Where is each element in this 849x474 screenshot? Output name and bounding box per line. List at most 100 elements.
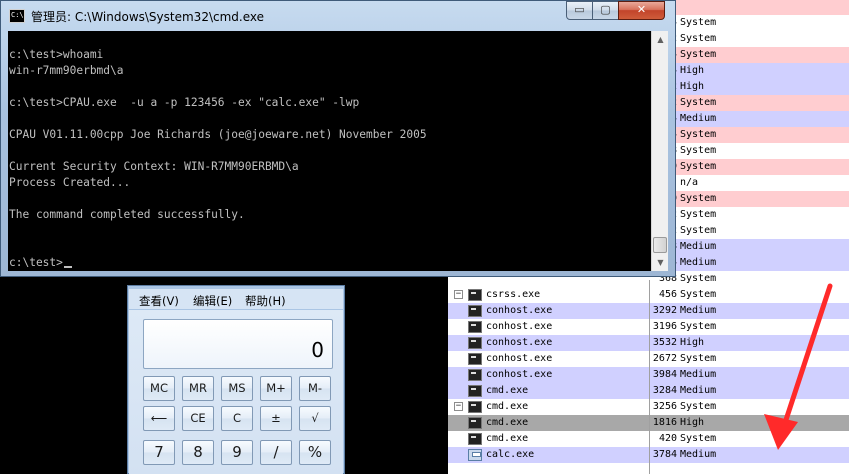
- calculator-icon: [468, 449, 482, 461]
- integrity-level: System: [680, 97, 717, 108]
- integrity-level: Medium: [680, 241, 717, 252]
- console-icon: [468, 321, 482, 333]
- process-pid: 2672: [652, 353, 677, 364]
- integrity-level: High: [680, 65, 705, 76]
- process-pid: 3532: [652, 337, 677, 348]
- tree-collapse-icon[interactable]: −: [454, 402, 463, 411]
- calc-key[interactable]: ⟵: [143, 406, 175, 431]
- console-line-text: The command completed successfully.: [9, 208, 245, 221]
- console-line: CPAU V01.11.00cpp Joe Richards (joe@joew…: [8, 127, 651, 143]
- menu-view[interactable]: 查看(V): [139, 293, 179, 309]
- process-name: conhost.exe: [486, 337, 553, 348]
- calc-key[interactable]: 9: [221, 440, 253, 465]
- process-pid: 3256: [652, 401, 677, 412]
- calc-key[interactable]: MR: [182, 376, 214, 401]
- process-name: cmd.exe: [486, 417, 529, 428]
- calc-key[interactable]: √: [299, 406, 331, 431]
- console-line-text: c:\test>: [9, 256, 63, 269]
- cmd-titlebar[interactable]: 管理员: C:\Windows\System32\cmd.exe ▭ ▢ ✕: [1, 1, 675, 31]
- maximize-button[interactable]: ▢: [592, 1, 619, 20]
- console-icon: [468, 337, 482, 349]
- console-line-text: c:\test>CPAU.exe -u a -p 123456 -ex "cal…: [9, 96, 360, 109]
- integrity-level: System: [680, 33, 717, 44]
- console-line-text: Current Security Context: WIN-R7MM90ERBM…: [9, 160, 299, 173]
- process-name: calc.exe: [486, 449, 535, 460]
- calc-key[interactable]: M-: [299, 376, 331, 401]
- console-line: The command completed successfully.: [8, 207, 651, 223]
- process-pid: 456: [658, 289, 677, 300]
- scroll-up-icon[interactable]: ▲: [652, 31, 669, 48]
- console-line: win-r7mm90erbmd\a: [8, 63, 651, 79]
- menu-help[interactable]: 帮助(H): [245, 293, 286, 309]
- console-icon: [468, 433, 482, 445]
- console-line-text: win-r7mm90erbmd\a: [9, 64, 124, 77]
- calc-key[interactable]: M+: [260, 376, 292, 401]
- tree-collapse-icon[interactable]: −: [454, 290, 463, 299]
- console-line: Current Security Context: WIN-R7MM90ERBM…: [8, 159, 651, 175]
- red-arrow-annotation: [764, 283, 833, 450]
- console-icon: [468, 305, 482, 317]
- integrity-level: n/a: [680, 177, 699, 188]
- window-title: 管理员: C:\Windows\System32\cmd.exe: [31, 10, 264, 24]
- integrity-level: System: [680, 321, 717, 332]
- calculator-window: 查看(V) 编辑(E) 帮助(H) 0 MC MR MS M+ M- ⟵ CE C ± √ 7 8 9 /…: [127, 285, 345, 474]
- process-name: cmd.exe: [486, 385, 529, 396]
- scroll-down-icon[interactable]: ▼: [652, 254, 669, 271]
- integrity-level: System: [680, 17, 717, 28]
- process-name: conhost.exe: [486, 353, 553, 364]
- calc-key[interactable]: MS: [221, 376, 253, 401]
- process-pid: 3284: [652, 385, 677, 396]
- calc-key[interactable]: %: [299, 440, 331, 465]
- vertical-scrollbar[interactable]: ▲ ▼: [651, 31, 668, 271]
- menu-edit[interactable]: 编辑(E): [193, 293, 232, 309]
- console-icon: [468, 353, 482, 365]
- integrity-level: System: [680, 129, 717, 140]
- process-pid: 420: [658, 433, 677, 444]
- console-icon: [468, 385, 482, 397]
- integrity-level: Medium: [680, 369, 717, 380]
- process-pid: 1816: [652, 417, 677, 428]
- console-line-text: CPAU V01.11.00cpp Joe Richards (joe@joew…: [9, 128, 427, 141]
- console-output[interactable]: c:\test>whoami win-r7mm90erbmd\a c:\test>C…: [8, 31, 651, 271]
- calc-key[interactable]: C: [221, 406, 253, 431]
- integrity-level: System: [680, 289, 717, 300]
- process-name: conhost.exe: [486, 369, 553, 380]
- integrity-level: Medium: [680, 449, 717, 460]
- console-icon: [9, 9, 25, 23]
- console-icon: [468, 369, 482, 381]
- process-name: conhost.exe: [486, 321, 553, 332]
- process-name: cmd.exe: [486, 401, 529, 412]
- calc-key[interactable]: CE: [182, 406, 214, 431]
- calc-key[interactable]: ±: [260, 406, 292, 431]
- console-line-text: c:\test>whoami: [9, 48, 104, 61]
- console-icon: [468, 417, 482, 429]
- integrity-level: System: [680, 273, 717, 284]
- close-button[interactable]: ✕: [618, 1, 665, 20]
- calc-key[interactable]: MC: [143, 376, 175, 401]
- calc-key[interactable]: 7: [143, 440, 175, 465]
- console-line: c:\test>: [8, 255, 651, 271]
- calc-key[interactable]: 8: [182, 440, 214, 465]
- integrity-level: Medium: [680, 113, 717, 124]
- display-value: 0: [311, 338, 324, 362]
- process-name: csrss.exe: [486, 289, 541, 300]
- console-line: c:\test>whoami: [8, 47, 651, 63]
- process-pid: 3984: [652, 369, 677, 380]
- calculator-menubar: 查看(V) 编辑(E) 帮助(H): [129, 289, 343, 309]
- integrity-level: System: [680, 225, 717, 236]
- calc-key[interactable]: /: [260, 440, 292, 465]
- process-pid: 3292: [652, 305, 677, 316]
- integrity-level: System: [680, 401, 717, 412]
- scroll-thumb[interactable]: [653, 237, 667, 253]
- minimize-button[interactable]: ▭: [566, 1, 593, 20]
- integrity-level: Medium: [680, 257, 717, 268]
- integrity-level: High: [680, 417, 705, 428]
- integrity-level: Medium: [680, 385, 717, 396]
- integrity-level: System: [680, 433, 717, 444]
- integrity-level: System: [680, 209, 717, 220]
